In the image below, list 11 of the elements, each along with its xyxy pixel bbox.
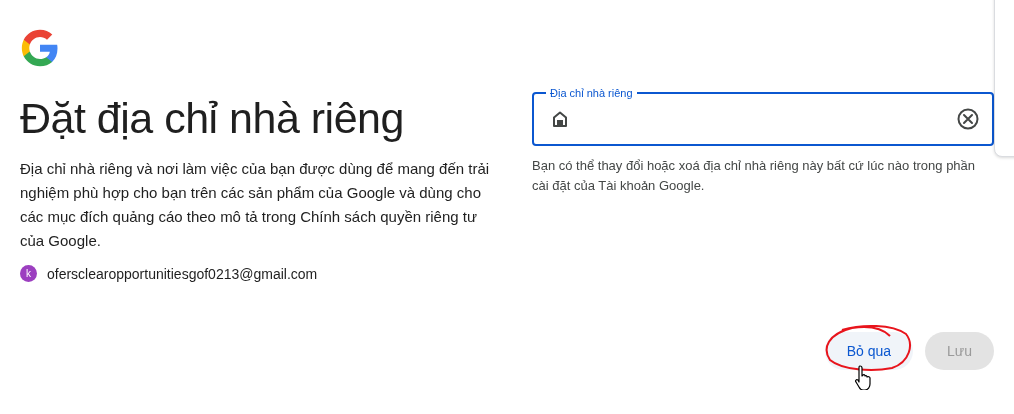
skip-button[interactable]: Bỏ qua (824, 332, 914, 370)
hand-cursor-icon (854, 364, 874, 390)
page-title: Đặt địa chỉ nhà riêng (20, 94, 405, 143)
home-icon (550, 109, 570, 129)
account-avatar: k (20, 265, 37, 282)
clear-icon[interactable] (956, 107, 980, 131)
account-email: ofersclearopportunitiesgof0213@gmail.com (47, 265, 318, 282)
description-text: Địa chỉ nhà riêng và nơi làm việc của bạn được dùng để mang đến trải nghiệm phù hợp cho bạn trên các sản phẩm của Google và dùng cho các mục đích quảng cáo theo mô tả trong Chính sách quyền riêng tư của Google. (20, 159, 490, 251)
helper-text: Bạn có thể thay đổi hoặc xoá địa chỉ nhà riêng này bất cứ lúc nào trong phần cài đặt của Tài khoản Google. (532, 157, 977, 195)
google-logo (20, 28, 60, 68)
field-label: Địa chỉ nhà riêng (546, 86, 637, 100)
